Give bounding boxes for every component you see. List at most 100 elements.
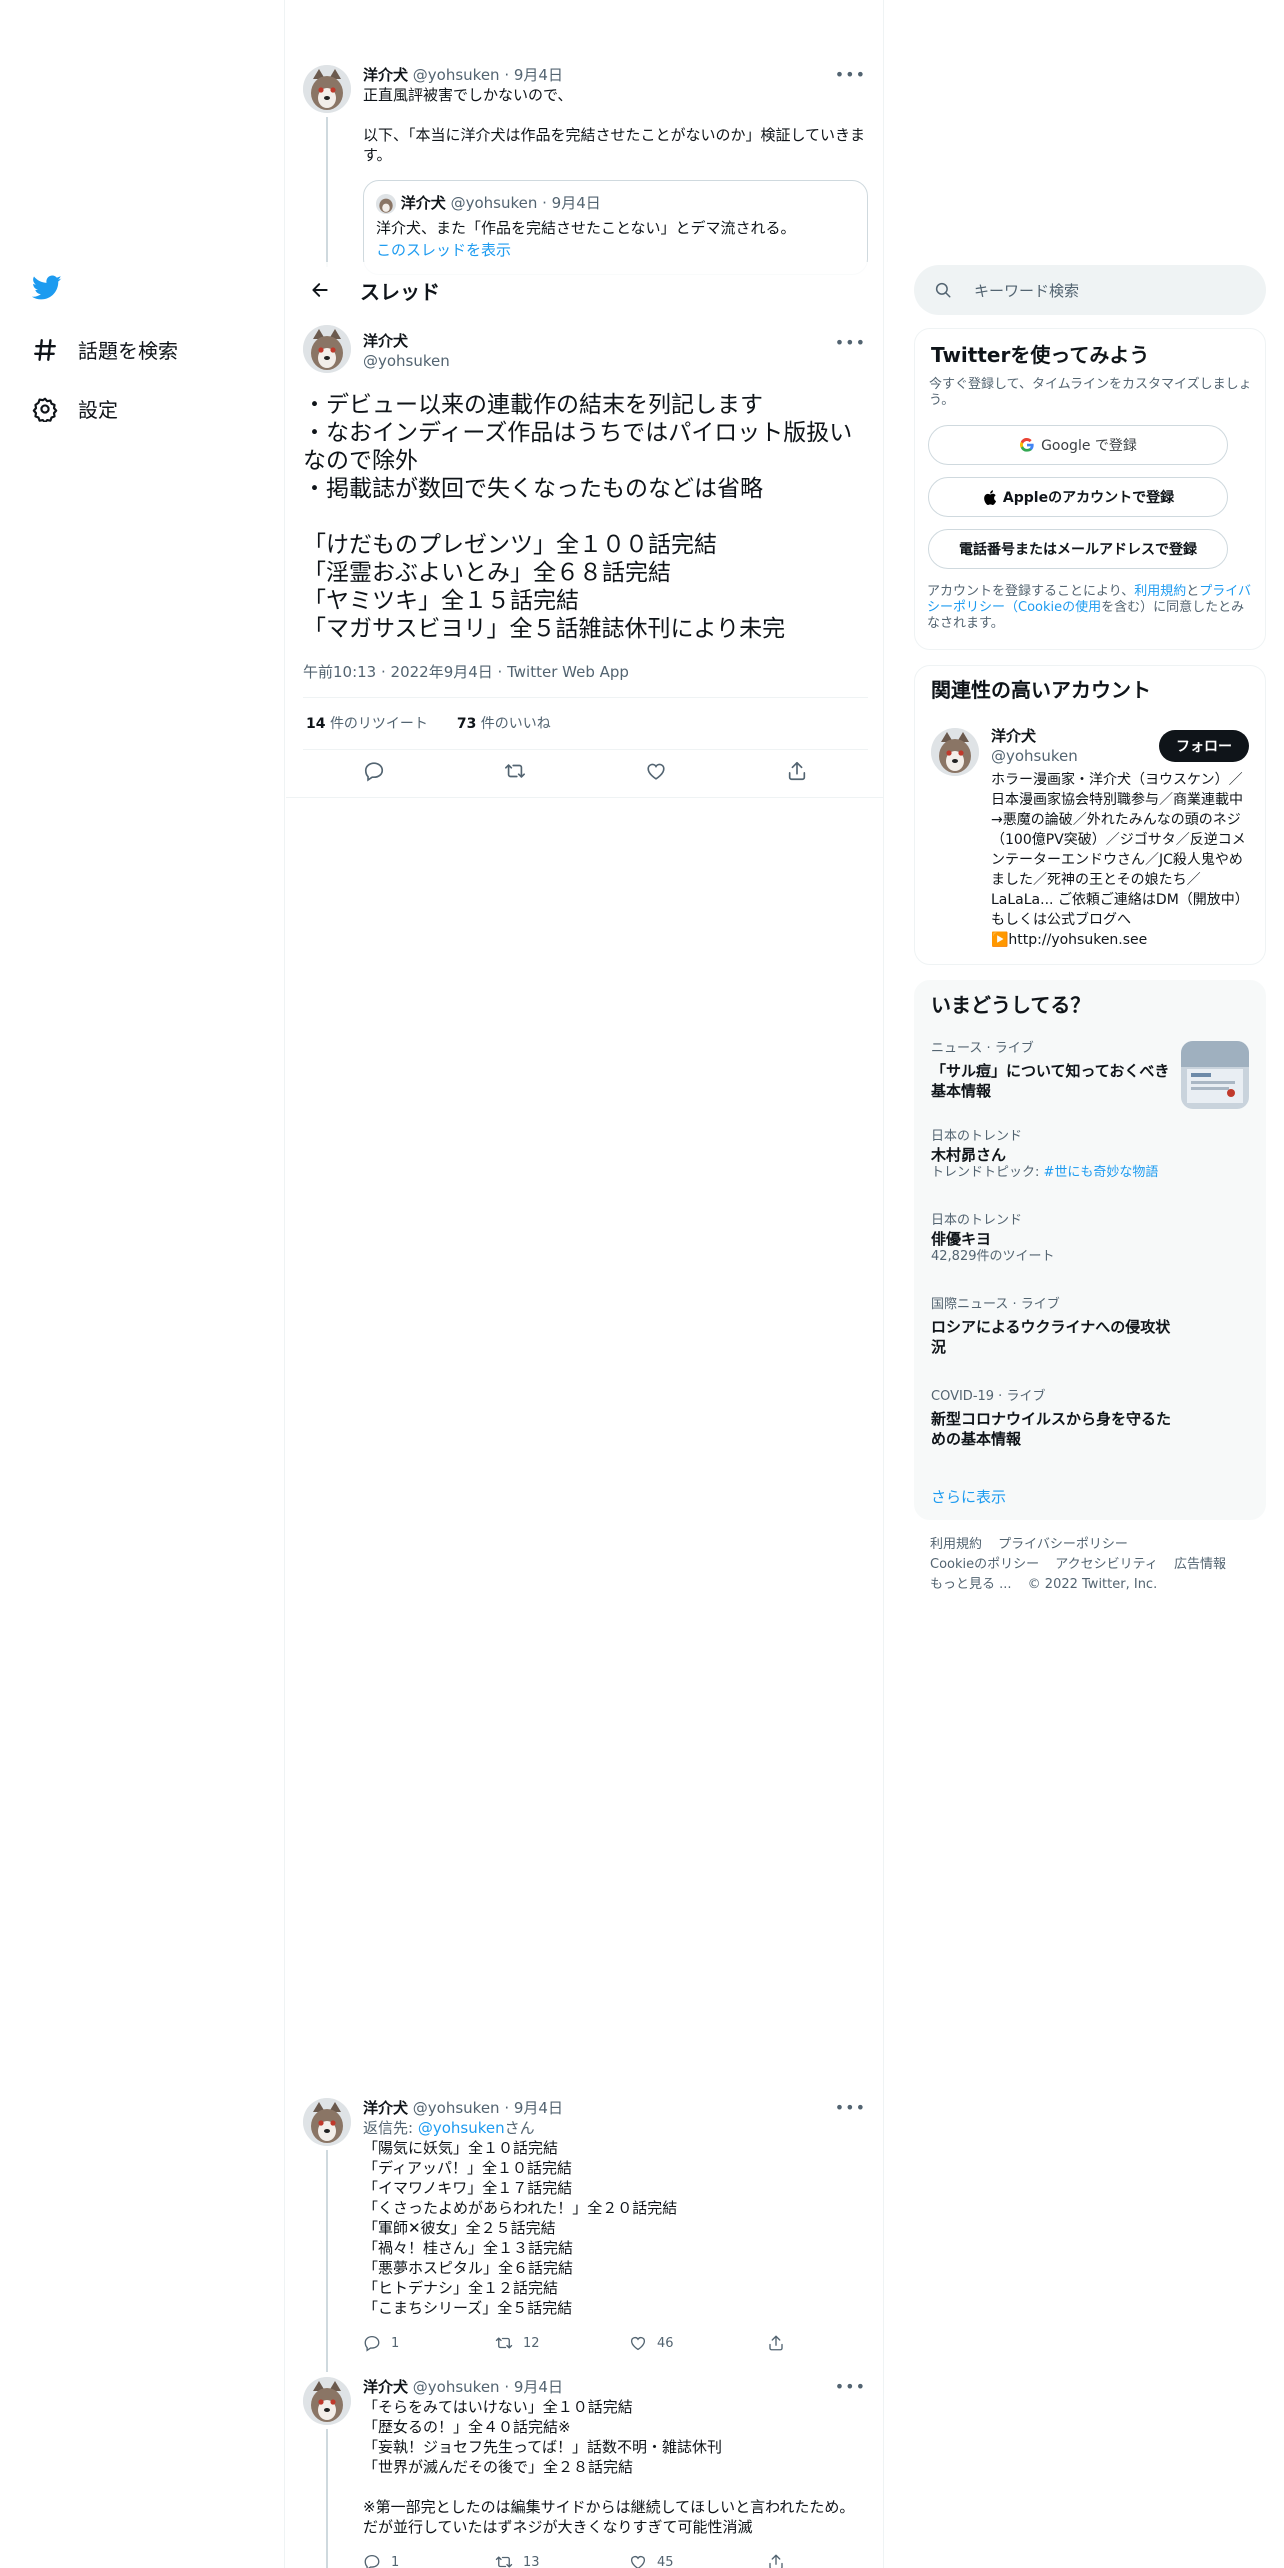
apple-signup-button[interactable]: Appleのアカウントで登録 (928, 477, 1228, 517)
related-name[interactable]: 洋介犬 (991, 726, 1078, 746)
retweet-count[interactable]: 14 (306, 716, 325, 732)
author-meta[interactable]: @yohsuken · 9月4日 (413, 66, 563, 84)
trend-item[interactable]: ニュース · ライブ 「サル痘」について知っておくべき基本情報 (931, 1041, 1171, 1101)
divider (286, 797, 883, 798)
search-placeholder: キーワード検索 (974, 281, 1080, 300)
tweet-body: 洋介犬 @yohsuken · 9月4日 正直風評被害でしかないので、 以下、「… (363, 65, 868, 165)
more-icon[interactable]: ••• (835, 2098, 866, 2117)
reply-to-prefix: 返信先: (363, 2119, 418, 2137)
related-accounts-card: 関連性の高いアカウント 洋介犬 @yohsuken フォロー ホラー漫画家・洋介… (914, 665, 1266, 965)
nav-settings[interactable]: 設定 (32, 394, 118, 423)
trend-title: 「サル痘」について知っておくべき基本情報 (931, 1062, 1170, 1100)
avatar[interactable] (931, 728, 979, 776)
google-signup-button[interactable]: Google で登録 (928, 425, 1228, 465)
tweet-timestamp[interactable]: 午前10:13 · 2022年9月4日 · Twitter Web App (303, 661, 629, 682)
like-button[interactable]: 45 (629, 2553, 767, 2568)
avatar[interactable] (303, 2098, 351, 2146)
author-name[interactable]: 洋介犬 (363, 2099, 408, 2117)
like-icon[interactable] (645, 760, 667, 786)
back-arrow-icon[interactable] (302, 272, 338, 308)
show-more-link[interactable]: さらに表示 (931, 1486, 1006, 1507)
footer-privacy-link[interactable]: プライバシーポリシー (998, 1537, 1128, 1552)
author-name[interactable]: 洋介犬 (363, 331, 450, 351)
footer-terms-link[interactable]: 利用規約 (930, 1537, 982, 1552)
more-icon[interactable]: ••• (835, 65, 866, 84)
share-button[interactable] (767, 2334, 785, 2352)
like-count[interactable]: 73 (457, 716, 476, 732)
nav-explore-label: 話題を検索 (78, 339, 178, 363)
legal-text: と (1186, 584, 1200, 599)
footer-cookie-link[interactable]: Cookieのポリシー (930, 1557, 1039, 1572)
author-name[interactable]: 洋介犬 (363, 2378, 408, 2396)
nav-explore[interactable]: 話題を検索 (32, 335, 178, 364)
thread-line (326, 2429, 328, 2568)
trends-card: いまどうしてる？ ニュース · ライブ 「サル痘」について知っておくべき基本情報… (914, 980, 1266, 1520)
retweet-count: 12 (523, 2335, 540, 2351)
trend-item[interactable]: COVID-19 · ライブ 新型コロナウイルスから身を守るための基本情報 (931, 1389, 1171, 1449)
quote-text: 洋介犬、また「作品を完結させたことない」とデマ流される。 (376, 218, 796, 237)
author-meta[interactable]: @yohsuken · 9月4日 (413, 2378, 563, 2396)
tweet-actions: 1 12 46 (363, 2334, 803, 2352)
like-button[interactable]: 46 (629, 2334, 767, 2352)
tweet-actions (303, 755, 868, 791)
trend-item[interactable]: 国際ニュース · ライブ ロシアによるウクライナへの侵攻状況 (931, 1297, 1171, 1357)
trend-title: 木村昴さん (931, 1146, 1007, 1164)
related-bio-link[interactable]: ▶️http://yohsuken.see (991, 932, 1147, 948)
trend-extra-link[interactable]: #世にも奇妙な物語 (1044, 1165, 1159, 1180)
author-handle[interactable]: @yohsuken (363, 351, 450, 371)
reply-icon[interactable] (363, 760, 385, 786)
reply-icon (364, 2554, 380, 2568)
tweet-text: ・デビュー以来の連載作の結末を列記します ・なおインディーズ作品はうちではパイロ… (303, 392, 853, 642)
hashtag-icon (32, 337, 58, 363)
retweet-icon (495, 2556, 513, 2568)
google-signup-label: Google で登録 (1041, 438, 1137, 454)
trend-thumbnail[interactable] (1181, 1041, 1249, 1109)
more-icon[interactable]: ••• (835, 333, 866, 352)
terms-link[interactable]: 利用規約 (1134, 584, 1186, 599)
quoted-tweet[interactable]: 洋介犬 @yohsuken · 9月4日 洋介犬、また「作品を完結させたことない… (363, 180, 868, 275)
thread-line (326, 2150, 328, 2372)
share-button[interactable] (767, 2553, 785, 2568)
reply-button[interactable]: 1 (363, 2553, 495, 2568)
retweet-icon[interactable] (504, 760, 526, 786)
related-bio: ホラー漫画家・洋介犬（ヨウスケン）／日本漫画家協会特別職参与／商業連載中→悪魔の… (991, 770, 1251, 950)
reply-to-suffix: さん (504, 2119, 535, 2137)
trend-extra: トレンドトピック: #世にも奇妙な物語 (931, 1165, 1251, 1181)
share-icon[interactable] (786, 760, 808, 786)
retweet-label[interactable]: 件のリツイート (330, 716, 428, 732)
more-icon[interactable]: ••• (835, 2377, 866, 2396)
reply-to: 返信先: @yohsukenさん (363, 2118, 868, 2138)
reply-to-handle[interactable]: @yohsuken (418, 2119, 505, 2137)
signup-card: Twitterを使ってみよう 今すぐ登録して、タイムラインをカスタマイズしましょ… (914, 328, 1266, 650)
footer-accessibility-link[interactable]: アクセシビリティ (1055, 1557, 1158, 1572)
reply-tweet[interactable]: 洋介犬 @yohsuken · 9月4日 返信先: @yohsukenさん 「陽… (303, 2098, 868, 2372)
related-handle[interactable]: @yohsuken (991, 746, 1078, 766)
avatar[interactable] (303, 65, 351, 113)
show-thread-link[interactable]: このスレッドを表示 (376, 240, 855, 260)
reply-button[interactable]: 1 (363, 2334, 495, 2352)
twitter-logo-icon[interactable] (31, 275, 62, 305)
avatar[interactable] (303, 325, 351, 373)
retweet-button[interactable]: 13 (495, 2553, 629, 2568)
retweet-button[interactable]: 12 (495, 2334, 629, 2352)
footer-more-link[interactable]: もっと見る ... (930, 1577, 1012, 1592)
prev-tweet[interactable]: 洋介犬 @yohsuken · 9月4日 正直風評被害でしかないので、 以下、「… (303, 65, 868, 275)
divider (303, 749, 868, 750)
trend-category: 日本のトレンド (931, 1213, 1023, 1228)
like-count: 46 (657, 2335, 674, 2351)
phone-email-signup-button[interactable]: 電話番号またはメールアドレスで登録 (928, 529, 1228, 569)
footer-ads-link[interactable]: 広告情報 (1174, 1557, 1226, 1572)
like-label[interactable]: 件のいいね (481, 716, 551, 732)
trend-item[interactable]: 日本のトレンド 俳優キヨ 42,829件のツイート (931, 1213, 1251, 1265)
share-icon (769, 2335, 783, 2351)
quote-author-meta: @yohsuken · 9月4日 (450, 194, 601, 212)
main-column: 洋介犬 @yohsuken · 9月4日 正直風評被害でしかないので、 以下、「… (286, 0, 884, 2568)
avatar[interactable] (303, 2377, 351, 2425)
search-input[interactable]: キーワード検索 (914, 265, 1266, 315)
signup-legal: アカウントを登録することにより、利用規約とプライバシーポリシー（Cookieの使… (927, 584, 1255, 632)
reply-tweet[interactable]: 洋介犬 @yohsuken · 9月4日 「そらをみてはいけない」全１０話完結 … (303, 2377, 868, 2568)
author-meta[interactable]: @yohsuken · 9月4日 (413, 2099, 563, 2117)
trend-item[interactable]: 日本のトレンド 木村昴さん トレンドトピック: #世にも奇妙な物語 (931, 1129, 1251, 1181)
author-name[interactable]: 洋介犬 (363, 66, 408, 84)
follow-button[interactable]: フォロー (1159, 730, 1249, 762)
